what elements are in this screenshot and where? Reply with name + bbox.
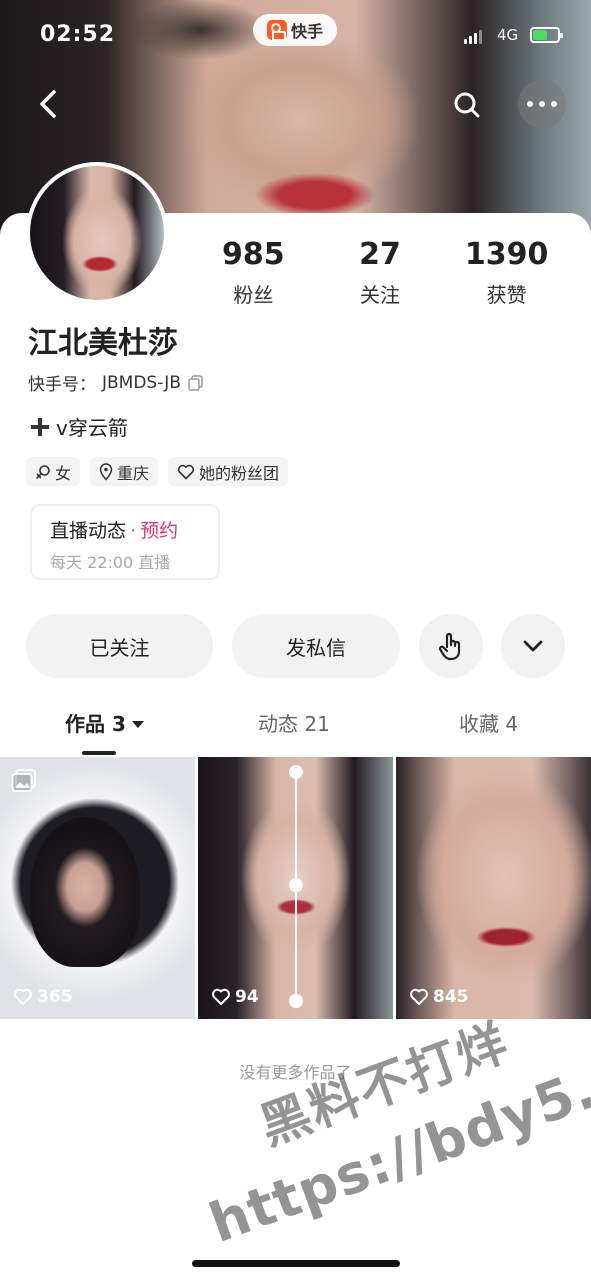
chevron-down-icon — [523, 640, 543, 652]
stat-label: 粉丝 — [233, 283, 274, 307]
work-tile[interactable]: 365 — [0, 757, 195, 1019]
stat-label: 关注 — [360, 283, 400, 307]
battery-icon — [530, 27, 563, 43]
reserve-link[interactable]: 预约 — [140, 520, 178, 542]
tab-favorites[interactable]: 收藏 4 — [459, 708, 518, 737]
status-bar: 02:52 快手 4G — [0, 0, 591, 70]
heart-icon — [14, 988, 32, 1005]
profile-tags: 女 重庆 她的粉丝团 — [26, 457, 289, 486]
tab-works[interactable]: 作品 3 — [65, 708, 144, 737]
compare-knob-icon — [289, 765, 303, 779]
compare-knob-icon — [289, 878, 303, 892]
more-button[interactable] — [518, 80, 566, 128]
stat-value: 985 — [222, 237, 285, 272]
user-id-label: 快手号： — [28, 375, 96, 395]
app-name: 快手 — [290, 22, 323, 41]
tag-fan-club[interactable]: 她的粉丝团 — [168, 457, 289, 486]
content-tabs: 作品 3 动态 21 收藏 4 — [0, 708, 591, 755]
caret-down-icon — [131, 721, 144, 728]
stat-following[interactable]: 27 关注 — [317, 237, 444, 308]
signal-icon — [464, 30, 482, 44]
female-icon — [36, 464, 50, 479]
network-type: 4G — [497, 26, 519, 44]
tag-label: 重庆 — [117, 463, 150, 483]
tag-label: 她的粉丝团 — [199, 463, 280, 483]
more-dots-icon — [527, 101, 557, 107]
copy-icon[interactable] — [187, 374, 205, 392]
stat-label: 获赞 — [486, 283, 527, 307]
live-schedule: 每天 22:00 直播 — [50, 553, 171, 572]
expand-button[interactable] — [501, 614, 565, 678]
like-value: 365 — [37, 987, 73, 1007]
like-count: 365 — [13, 987, 73, 1007]
tab-active-indicator — [82, 751, 116, 755]
profile-stats: 985 粉丝 27 关注 1390 获赞 — [190, 237, 570, 308]
live-title-row: 直播动态 · 预约 — [50, 516, 218, 543]
message-button[interactable]: 发私信 — [232, 614, 400, 678]
action-bar: 已关注 发私信 — [26, 614, 566, 678]
no-more-works: 没有更多作品了 — [239, 1063, 352, 1082]
back-button[interactable] — [26, 82, 70, 126]
live-schedule-card[interactable]: 直播动态 · 预约 每天 22:00 直播 — [30, 504, 220, 580]
live-title: 直播动态 — [50, 520, 127, 542]
heart-outline-icon — [177, 464, 195, 479]
compare-knob-icon — [289, 994, 303, 1008]
home-indicator[interactable] — [192, 1260, 400, 1267]
user-id-row: 快手号： JBMDS-JB — [28, 370, 205, 395]
stat-value: 27 — [359, 237, 401, 272]
like-count: 845 — [409, 987, 469, 1007]
search-icon — [454, 92, 480, 118]
stat-value: 1390 — [464, 237, 549, 272]
stat-likes[interactable]: 1390 获赞 — [443, 237, 570, 308]
like-value: 845 — [433, 987, 469, 1007]
user-id-value: JBMDS-JB — [102, 372, 181, 393]
followed-button[interactable]: 已关注 — [26, 614, 213, 678]
back-chevron-icon — [40, 90, 56, 118]
tab-moments[interactable]: 动态 21 — [258, 708, 330, 737]
kuaishou-logo-icon — [266, 20, 287, 41]
work-tile[interactable]: 94 — [198, 757, 393, 1019]
heart-icon — [410, 988, 428, 1005]
tag-label: 女 — [55, 463, 72, 483]
finger-tap-icon — [438, 632, 461, 661]
avatar[interactable] — [26, 162, 168, 304]
status-time: 02:52 — [40, 22, 116, 47]
app-indicator-pill: 快手 — [253, 14, 337, 46]
plus-icon — [31, 417, 49, 436]
profile-name: 江北美杜莎 — [28, 326, 178, 361]
works-grid: 365 94 845 — [0, 757, 591, 1019]
heart-icon — [212, 988, 230, 1005]
location-icon — [99, 462, 113, 481]
stat-fans[interactable]: 985 粉丝 — [190, 237, 317, 308]
tab-label: 作品 3 — [65, 712, 126, 736]
like-value: 94 — [235, 987, 259, 1007]
album-icon — [11, 769, 36, 792]
search-button[interactable] — [446, 84, 488, 126]
bio-row: v穿云箭 — [30, 412, 128, 441]
tag-location: 重庆 — [90, 457, 159, 486]
tag-gender: 女 — [26, 457, 81, 486]
like-count: 94 — [211, 987, 259, 1007]
poke-button[interactable] — [419, 614, 483, 678]
work-tile[interactable]: 845 — [396, 757, 591, 1019]
bio-text: v穿云箭 — [56, 416, 128, 440]
separator-dot: · — [130, 520, 137, 542]
